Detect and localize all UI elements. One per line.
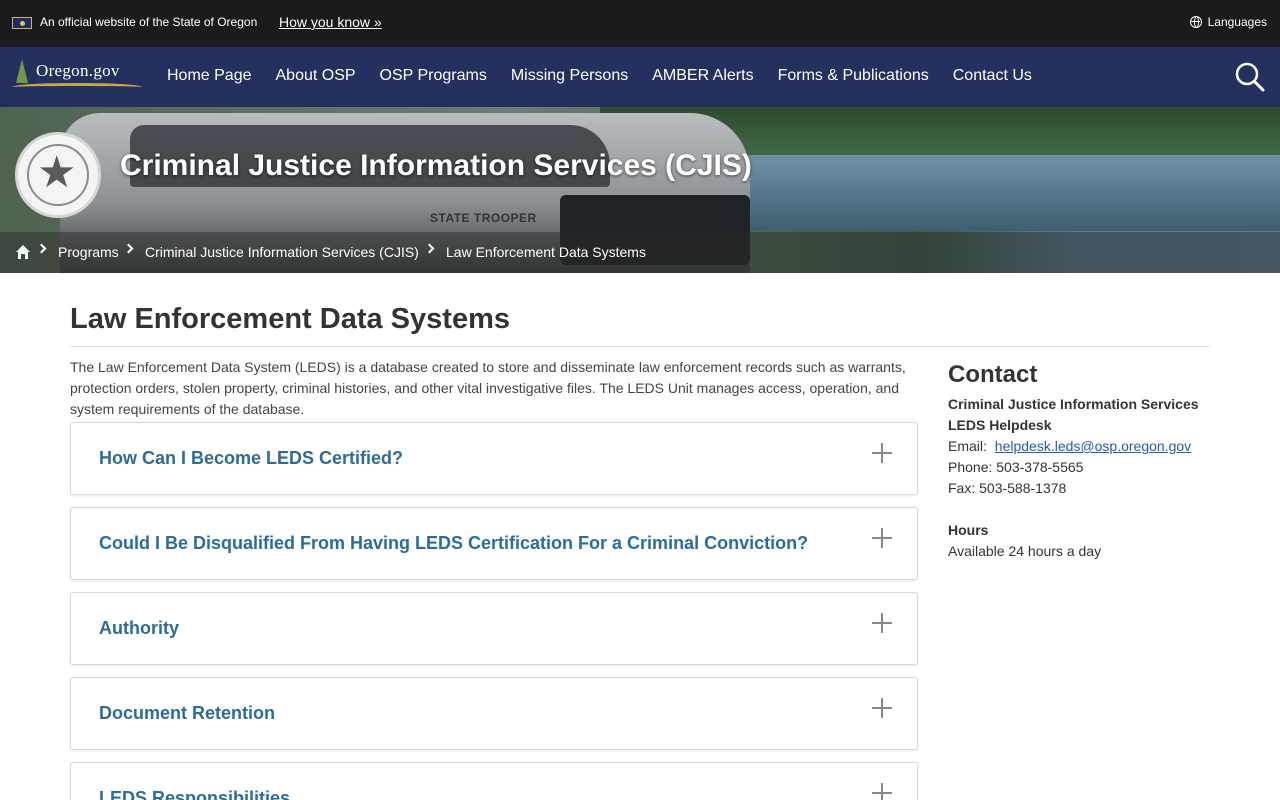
chevron-right-icon — [36, 243, 47, 254]
globe-icon — [1189, 16, 1202, 28]
nav-forms-publications[interactable]: Forms & Publications — [778, 67, 929, 85]
oregon-flag-icon — [12, 17, 32, 29]
plus-icon[interactable] — [872, 443, 892, 463]
hero-banner: STATE TROOPER ★ Criminal Justice Informa… — [0, 107, 1280, 273]
accordion-leds-responsibilities[interactable]: LEDS Responsibilities — [70, 762, 918, 800]
intro-paragraph: The Law Enforcement Data System (LEDS) i… — [70, 359, 906, 417]
plus-icon[interactable] — [872, 613, 892, 633]
accordion-disqualified[interactable]: Could I Be Disqualified From Having LEDS… — [70, 507, 918, 580]
hero-title: Criminal Justice Information Services (C… — [120, 149, 752, 182]
accordion-title: How Can I Become LEDS Certified? — [99, 448, 404, 468]
oregon-gov-logo[interactable]: Oregon.gov — [12, 57, 148, 97]
official-banner: An official website of the State of Oreg… — [0, 0, 1280, 47]
accordion-title: Could I Be Disqualified From Having LEDS… — [99, 533, 809, 553]
logo-swoosh — [12, 83, 142, 91]
hours-heading: Hours — [948, 522, 989, 538]
contact-phone: Phone: 503-378-5565 — [948, 459, 1084, 475]
plus-icon[interactable] — [872, 783, 892, 800]
contact-email-row: Email: helpdesk.leds@osp.oregon.gov — [948, 438, 1191, 454]
search-icon[interactable] — [1234, 61, 1266, 93]
official-banner-text: An official website of the State of Oreg… — [40, 15, 258, 29]
breadcrumb-cjis[interactable]: Criminal Justice Information Services (C… — [145, 244, 419, 260]
breadcrumb-current: Law Enforcement Data Systems — [446, 244, 646, 260]
hours-text: Available 24 hours a day — [948, 543, 1102, 559]
tree-icon — [16, 59, 28, 83]
contact-fax: Fax: 503-588-1378 — [948, 480, 1067, 496]
home-icon[interactable] — [15, 244, 31, 260]
plus-icon[interactable] — [872, 698, 892, 718]
accordion-title: Authority — [99, 618, 179, 638]
nav-home-page[interactable]: Home Page — [167, 67, 252, 85]
accordion-authority[interactable]: Authority — [70, 592, 918, 665]
email-label: Email: — [948, 438, 987, 454]
accordion-become-certified[interactable]: How Can I Become LEDS Certified? — [70, 422, 918, 495]
main-navigation: Oregon.gov Home Page About OSP OSP Progr… — [0, 47, 1280, 107]
plus-icon[interactable] — [872, 528, 892, 548]
contact-heading: Contact — [948, 361, 1038, 388]
chevron-right-icon — [123, 243, 134, 254]
star-icon: ★ — [37, 148, 77, 197]
accordion-document-retention[interactable]: Document Retention — [70, 677, 918, 750]
breadcrumb-programs[interactable]: Programs — [58, 244, 119, 260]
title-divider — [70, 346, 1210, 347]
nav-amber-alerts[interactable]: AMBER Alerts — [652, 67, 753, 85]
osp-badge-icon: ★ — [15, 132, 101, 218]
how-you-know-link[interactable]: How you know » — [279, 14, 382, 30]
page-title: Law Enforcement Data Systems — [70, 303, 510, 335]
vehicle-label: STATE TROOPER — [430, 211, 537, 225]
hero-lake — [700, 155, 1280, 231]
logo-wordmark: Oregon.gov — [36, 61, 120, 80]
nav-missing-persons[interactable]: Missing Persons — [511, 67, 628, 85]
accordion-title: LEDS Responsibilities — [99, 788, 291, 800]
breadcrumb: Programs Criminal Justice Information Se… — [0, 232, 1280, 273]
nav-about-osp[interactable]: About OSP — [276, 67, 356, 85]
nav-osp-programs[interactable]: OSP Programs — [380, 67, 487, 85]
email-link[interactable]: helpdesk.leds@osp.oregon.gov — [995, 438, 1191, 454]
nav-contact-us[interactable]: Contact Us — [953, 67, 1032, 85]
chevron-right-icon — [424, 243, 435, 254]
contact-helpdesk: LEDS Helpdesk — [948, 417, 1052, 433]
languages-selector[interactable]: Languages — [1189, 15, 1267, 29]
contact-org: Criminal Justice Information Services — [948, 396, 1199, 412]
accordion-title: Document Retention — [99, 703, 276, 723]
languages-label: Languages — [1207, 15, 1267, 29]
nav-menu: Home Page About OSP OSP Programs Missing… — [167, 67, 1056, 85]
